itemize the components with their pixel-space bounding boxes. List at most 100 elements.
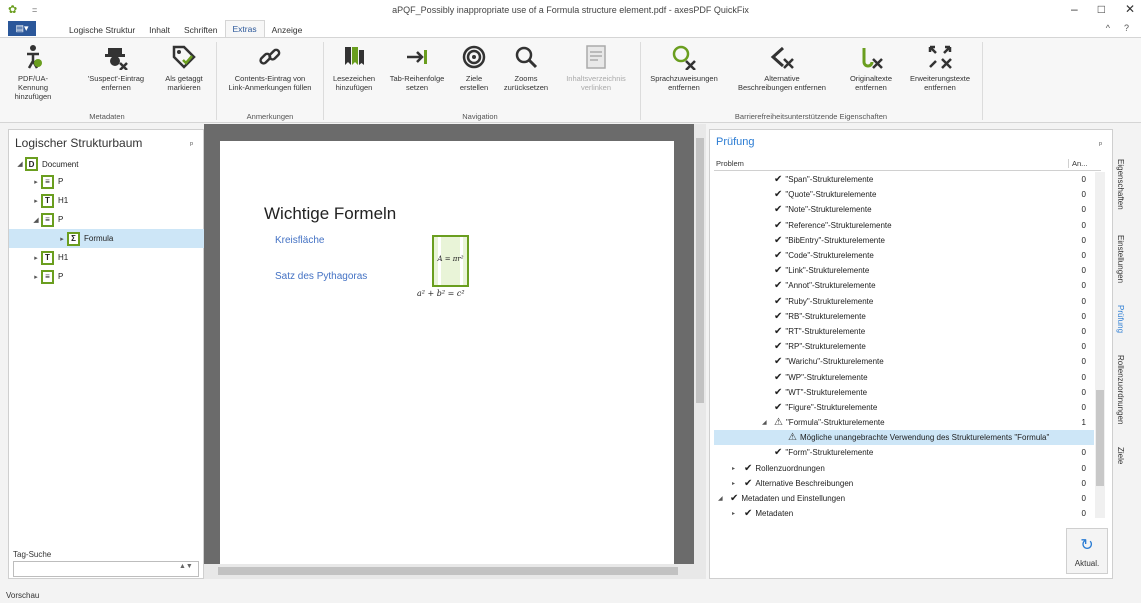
toc-icon [585, 40, 607, 74]
checkmark-icon: ✔ [744, 508, 753, 516]
expand-arrow-icon[interactable]: ▸ [732, 465, 735, 472]
result-row[interactable]: ✔ "Reference"-Strukturelemente 0 [714, 218, 1094, 233]
side-tab-eigenschaften[interactable]: Eigenschaften [1116, 159, 1125, 210]
group-separator [640, 42, 641, 120]
result-row[interactable]: ✔ "WP"-Strukturelemente 0 [714, 369, 1094, 384]
remove-expansion-text-button[interactable]: Erweiterungstexte entfernen [904, 40, 976, 92]
pdf-page: Wichtige Formeln Kreisfläche Satz des Py… [220, 141, 674, 579]
result-row[interactable]: ✔ "Span"-Strukturelemente 0 [714, 172, 1094, 187]
tab-anzeige[interactable]: Anzeige [265, 22, 310, 37]
remove-original-text-button[interactable]: Originaltexte entfernen [840, 40, 902, 92]
tab-inhalt[interactable]: Inhalt [142, 22, 177, 37]
result-row[interactable]: ⚠ Mögliche unangebrachte Verwendung des S… [714, 430, 1094, 446]
result-row[interactable]: ✔ "Code"-Strukturelemente 0 [714, 248, 1094, 263]
tree-node-h1[interactable]: ▸ T H1 [9, 191, 205, 210]
pdfua-id-add-button[interactable]: PDF/UA-Kennung hinzufügen [4, 40, 62, 101]
create-destinations-button[interactable]: Ziele erstellen [454, 40, 494, 92]
maximize-button[interactable]: □ [1098, 2, 1105, 16]
checkmark-icon: ✔ [744, 477, 753, 489]
link-pythagoras[interactable]: Satz des Pythagoras [275, 271, 367, 282]
results-grid-header: Problem An... [714, 158, 1101, 171]
side-tab-rollenzuordnungen[interactable]: Rollenzuordnungen [1116, 355, 1125, 424]
expand-arrow-icon[interactable]: ◢ [718, 495, 723, 502]
result-row[interactable]: ✔ "Annot"-Strukturelemente 0 [714, 278, 1094, 293]
pin-icon[interactable]: ᵖ [190, 140, 193, 149]
side-tab-pruefung[interactable]: Prüfung [1116, 305, 1125, 333]
add-bookmarks-button[interactable]: Lesezeichen hinzufügen [328, 40, 380, 92]
checkmark-icon: ✔ [774, 325, 783, 337]
remove-alt-text-button[interactable]: Alternative Beschreibungen entfernen [730, 40, 834, 92]
document-vertical-scrollbar[interactable] [694, 124, 706, 564]
collapse-ribbon-icon[interactable]: ^ [1106, 23, 1110, 33]
column-problem[interactable]: Problem [716, 159, 744, 168]
mark-tagged-button[interactable]: Als getaggt markieren [158, 40, 210, 92]
result-row[interactable]: ✔ "Note"-Strukturelemente 0 [714, 202, 1094, 217]
suspect-remove-button[interactable]: 'Suspect'-Eintrag enfernen [86, 40, 146, 92]
tab-logische-struktur[interactable]: Logische Struktur [62, 22, 142, 37]
collapse-arrow-icon[interactable]: ◢ [15, 160, 25, 168]
result-row[interactable]: ✔ "Warichu"-Strukturelemente 0 [714, 354, 1094, 369]
quick-access-toolbar[interactable]: = [32, 5, 37, 15]
reset-zooms-button[interactable]: Zooms zurücksetzen [500, 40, 552, 92]
alt-remove-icon [769, 40, 795, 74]
result-row[interactable]: ▸ ✔ Metadaten 0 [714, 506, 1094, 516]
tab-extras[interactable]: Extras [224, 20, 265, 37]
pin-icon[interactable]: ᵖ [1099, 140, 1102, 149]
paragraph-tag-icon: ≡ [41, 269, 54, 284]
group-separator [982, 42, 983, 120]
remove-languages-button[interactable]: Sprachzuweisungen entfernen [646, 40, 722, 92]
side-tab-einstellungen[interactable]: Einstellungen [1116, 235, 1125, 283]
tree-node-document[interactable]: ◢ D Document [9, 156, 205, 172]
result-row[interactable]: ✔ "Quote"-Strukturelemente 0 [714, 187, 1094, 202]
tag-search-spinner[interactable]: ▲▼ [179, 563, 193, 570]
minimize-button[interactable]: – [1071, 2, 1078, 16]
expand-arrow-icon[interactable]: ▸ [732, 480, 735, 487]
tree-node-p[interactable]: ▸ ≡ P [9, 267, 205, 286]
file-menu-button[interactable]: ▤▾ [8, 21, 36, 36]
expand-arrow-icon[interactable]: ◢ [762, 419, 767, 426]
result-label: "WT"-Strukturelemente [785, 387, 868, 397]
link-toc-button[interactable]: Inhaltsverzeichnis verlinken [560, 40, 632, 92]
tab-order-button[interactable]: Tab-Reihenfolge setzen [388, 40, 446, 92]
tree-node-p[interactable]: ▸ ≡ P [9, 172, 205, 191]
column-count[interactable]: An... [1068, 159, 1087, 168]
tree-node-p[interactable]: ◢ ≡ P [9, 210, 205, 229]
result-row[interactable]: ✔ "RP"-Strukturelemente 0 [714, 339, 1094, 354]
result-row[interactable]: ✔ "Ruby"-Strukturelemente 0 [714, 294, 1094, 309]
document-viewer[interactable]: Wichtige Formeln Kreisfläche Satz des Py… [204, 124, 706, 579]
result-row[interactable]: ✔ "Figure"-Strukturelemente 0 [714, 400, 1094, 415]
side-tab-ziele[interactable]: Ziele [1116, 447, 1125, 464]
tree-node-h1[interactable]: ▸ T H1 [9, 248, 205, 267]
tab-schriften[interactable]: Schriften [177, 22, 225, 37]
result-count: 0 [1081, 478, 1086, 488]
result-label: Metadaten und Einstellungen [741, 494, 846, 504]
link-kreisflaeche[interactable]: Kreisfläche [275, 235, 324, 246]
result-row[interactable]: ✔ "RT"-Strukturelemente 0 [714, 324, 1094, 339]
refresh-button[interactable]: ↻ Aktual. [1066, 528, 1108, 574]
result-row[interactable]: ▸ ✔ Alternative Beschreibungen 0 [714, 476, 1094, 491]
expand-arrow-icon[interactable]: ▸ [31, 254, 41, 262]
expand-arrow-icon[interactable]: ▸ [31, 178, 41, 186]
result-row[interactable]: ◢ ⚠ "Formula"-Strukturelemente 1 [714, 415, 1094, 430]
close-button[interactable]: ✕ [1125, 2, 1135, 16]
expand-arrow-icon[interactable]: ▸ [31, 197, 41, 205]
results-scrollbar[interactable] [1095, 172, 1105, 518]
tree-node-formula[interactable]: ▸ Σ Formula [9, 229, 205, 248]
result-row[interactable]: ✔ "Form"-Strukturelemente 0 [714, 445, 1094, 460]
expand-arrow-icon[interactable]: ▸ [732, 510, 735, 516]
expand-arrow-icon[interactable]: ▸ [31, 273, 41, 281]
expand-arrow-icon[interactable]: ▸ [57, 235, 67, 243]
formula-highlight[interactable]: A = πr² [432, 235, 469, 287]
result-row[interactable]: ✔ "Link"-Strukturelemente 0 [714, 263, 1094, 278]
result-row[interactable]: ✔ "WT"-Strukturelemente 0 [714, 385, 1094, 400]
help-icon[interactable]: ? [1124, 23, 1129, 33]
link-contents-fill-button[interactable]: Contents-Eintrag von Link-Anmerkungen fü… [222, 40, 318, 92]
result-row[interactable]: ✔ "BibEntry"-Strukturelemente 0 [714, 233, 1094, 248]
result-row[interactable]: ✔ "RB"-Strukturelemente 0 [714, 309, 1094, 324]
tag-search-input[interactable] [13, 561, 199, 577]
collapse-arrow-icon[interactable]: ◢ [31, 216, 41, 224]
result-row[interactable]: ◢ ✔ Metadaten und Einstellungen 0 [714, 491, 1094, 506]
result-count: 0 [1081, 448, 1086, 458]
result-row[interactable]: ▸ ✔ Rollenzuordnungen 0 [714, 461, 1094, 476]
document-horizontal-scrollbar[interactable] [204, 564, 706, 579]
